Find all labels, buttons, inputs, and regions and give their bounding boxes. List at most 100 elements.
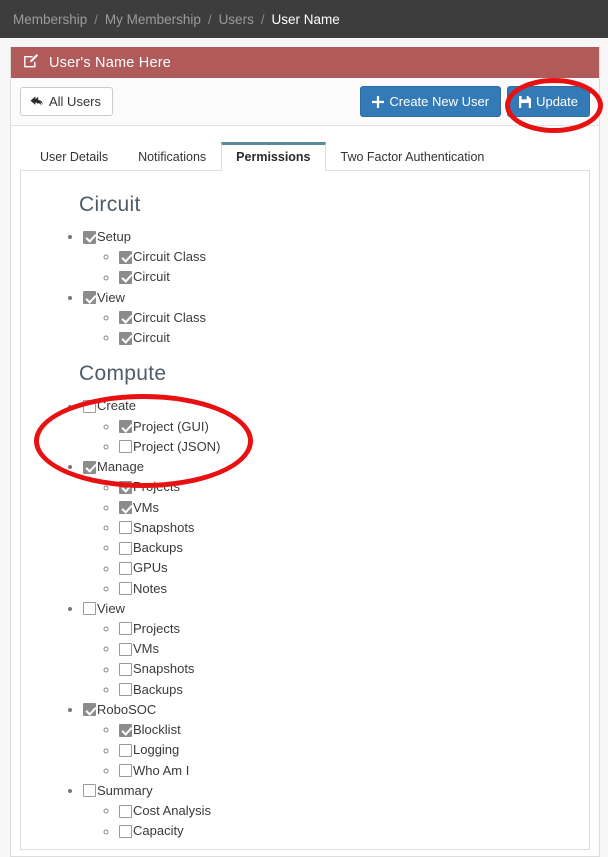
tab-notifications[interactable]: Notifications: [123, 142, 221, 171]
breadcrumb-separator: /: [207, 11, 212, 27]
permission-item: GPUs: [119, 558, 575, 578]
permission-sub-list: Blocklist Logging Who Am I: [93, 720, 575, 781]
edit-square-icon: [23, 53, 39, 73]
compute-robosoc-blocklist-checkbox-label[interactable]: Blocklist: [119, 720, 181, 740]
section-title-circuit: Circuit: [79, 193, 141, 216]
section-title-compute: Compute: [79, 362, 167, 386]
compute-manage-checkbox[interactable]: [83, 460, 96, 474]
user-panel: User's Name Here All Users Create New Us…: [10, 47, 600, 857]
compute-create-project-gui--checkbox[interactable]: [119, 420, 132, 434]
breadcrumb-separator: /: [260, 11, 265, 27]
compute-manage-snapshots-checkbox-label[interactable]: Snapshots: [119, 518, 194, 538]
compute-manage-notes-checkbox-label[interactable]: Notes: [119, 579, 167, 599]
reply-back-arrow-icon: [30, 95, 44, 108]
permission-group: SetupCircuit Class Circuit: [83, 227, 575, 288]
circuit-setup-circuit-checkbox[interactable]: [119, 270, 132, 284]
compute-view-snapshots-checkbox-label[interactable]: Snapshots: [119, 659, 194, 679]
compute-summary-capacity-label: Capacity: [133, 823, 184, 839]
circuit-view-circuit-checkbox-label[interactable]: Circuit: [119, 328, 170, 348]
compute-view-vms-checkbox-label[interactable]: VMs: [119, 639, 159, 659]
compute-manage-projects-checkbox[interactable]: [119, 480, 132, 494]
compute-view-projects-checkbox[interactable]: [119, 622, 132, 636]
compute-view-backups-checkbox-label[interactable]: Backups: [119, 680, 183, 700]
circuit-view-checkbox[interactable]: [83, 291, 96, 305]
compute-robosoc-who-am-i-checkbox-label[interactable]: Who Am I: [119, 761, 189, 781]
compute-robosoc-who-am-i-checkbox[interactable]: [119, 764, 132, 778]
compute-robosoc-logging-label: Logging: [133, 742, 180, 758]
compute-create-project-json--checkbox[interactable]: [119, 440, 132, 454]
compute-manage-checkbox-label[interactable]: Manage: [83, 457, 144, 477]
compute-manage-backups-label: Backups: [133, 540, 183, 556]
circuit-setup-circuit-class-checkbox[interactable]: [119, 250, 132, 264]
breadcrumb-item-membership[interactable]: Membership: [13, 12, 87, 27]
compute-robosoc-logging-checkbox[interactable]: [119, 743, 132, 757]
circuit-setup-checkbox-label[interactable]: Setup: [83, 227, 131, 247]
permissions-panel: CircuitSetupCircuit ClassCircuitViewCirc…: [20, 171, 590, 850]
tabs-area: User Details Notifications Permissions Two …: [11, 126, 599, 850]
create-new-user-button[interactable]: Create New User: [360, 86, 502, 117]
circuit-view-circuit-class-checkbox-label[interactable]: Circuit Class: [119, 308, 206, 328]
circuit-setup-checkbox[interactable]: [83, 230, 96, 244]
compute-robosoc-checkbox-label[interactable]: RoboSOC: [83, 700, 156, 720]
compute-view-vms-checkbox[interactable]: [119, 642, 132, 656]
permission-group-list: Create Project (GUI) Project (JSON) Manage P…: [57, 396, 575, 841]
compute-create-checkbox[interactable]: [83, 399, 96, 413]
breadcrumb-item-users[interactable]: Users: [219, 12, 254, 27]
circuit-view-circuit-label: Circuit: [133, 330, 170, 346]
compute-robosoc-blocklist-checkbox[interactable]: [119, 723, 132, 737]
compute-manage-vms-label: VMs: [133, 499, 159, 515]
tab-user-details[interactable]: User Details: [25, 142, 123, 171]
compute-create-project-json--checkbox-label[interactable]: Project (JSON): [119, 437, 220, 457]
circuit-setup-circuit-class-checkbox-label[interactable]: Circuit Class: [119, 247, 206, 267]
permission-sub-list: Project (GUI) Project (JSON): [93, 417, 575, 457]
breadcrumb-separator: /: [94, 11, 98, 27]
compute-view-snapshots-checkbox[interactable]: [119, 662, 132, 676]
circuit-view-circuit-class-checkbox[interactable]: [119, 311, 132, 325]
permission-group-list: SetupCircuit ClassCircuitViewCircuit Cla…: [57, 227, 575, 348]
permission-item: Projects: [119, 619, 575, 639]
compute-create-label: Create: [97, 398, 137, 414]
permission-item: Circuit Class: [119, 308, 575, 328]
compute-summary-capacity-checkbox[interactable]: [119, 824, 132, 838]
compute-manage-snapshots-checkbox[interactable]: [119, 521, 132, 535]
breadcrumb: Membership / My Membership / Users / User Name: [0, 0, 608, 38]
circuit-setup-circuit-checkbox-label[interactable]: Circuit: [119, 267, 170, 287]
permission-group: View Projects VMs Snapshots Backups: [83, 599, 575, 700]
compute-summary-cost-analysis-label: Cost Analysis: [133, 803, 212, 819]
compute-summary-cost-analysis-checkbox[interactable]: [119, 804, 132, 818]
compute-manage-vms-checkbox[interactable]: [119, 501, 132, 515]
circuit-view-circuit-checkbox[interactable]: [119, 331, 132, 345]
tab-permissions[interactable]: Permissions: [221, 142, 326, 171]
breadcrumb-item-my-membership[interactable]: My Membership: [105, 12, 201, 27]
permission-item: Snapshots: [119, 659, 575, 679]
compute-robosoc-logging-checkbox-label[interactable]: Logging: [119, 740, 179, 760]
tab-two-factor-authentication[interactable]: Two Factor Authentication: [326, 142, 500, 171]
update-button[interactable]: Update: [507, 86, 590, 117]
compute-create-project-gui--checkbox-label[interactable]: Project (GUI): [119, 417, 209, 437]
compute-manage-backups-checkbox-label[interactable]: Backups: [119, 538, 183, 558]
compute-view-projects-checkbox-label[interactable]: Projects: [119, 619, 180, 639]
toolbar-right-actions: Create New User Update: [360, 86, 590, 117]
compute-manage-gpus-checkbox-label[interactable]: GPUs: [119, 558, 168, 578]
compute-view-checkbox-label[interactable]: View: [83, 599, 125, 619]
compute-robosoc-checkbox[interactable]: [83, 703, 96, 717]
compute-create-checkbox-label[interactable]: Create: [83, 396, 136, 416]
update-label: Update: [536, 94, 578, 109]
compute-view-checkbox[interactable]: [83, 602, 96, 616]
compute-summary-checkbox-label[interactable]: Summary: [83, 781, 153, 801]
compute-summary-capacity-checkbox-label[interactable]: Capacity: [119, 821, 184, 841]
compute-manage-projects-checkbox-label[interactable]: Projects: [119, 477, 180, 497]
compute-manage-projects-label: Projects: [133, 479, 180, 495]
compute-manage-vms-checkbox-label[interactable]: VMs: [119, 498, 159, 518]
compute-summary-checkbox[interactable]: [83, 784, 96, 798]
compute-manage-notes-checkbox[interactable]: [119, 582, 132, 596]
compute-summary-cost-analysis-checkbox-label[interactable]: Cost Analysis: [119, 801, 211, 821]
permission-group: Summary Cost Analysis Capacity: [83, 781, 575, 842]
compute-view-backups-checkbox[interactable]: [119, 683, 132, 697]
circuit-setup-circuit-label: Circuit: [133, 269, 170, 285]
compute-manage-backups-checkbox[interactable]: [119, 541, 132, 555]
compute-manage-gpus-checkbox[interactable]: [119, 561, 132, 575]
circuit-view-checkbox-label[interactable]: View: [83, 288, 125, 308]
compute-manage-snapshots-label: Snapshots: [133, 519, 195, 535]
all-users-button[interactable]: All Users: [20, 87, 114, 116]
